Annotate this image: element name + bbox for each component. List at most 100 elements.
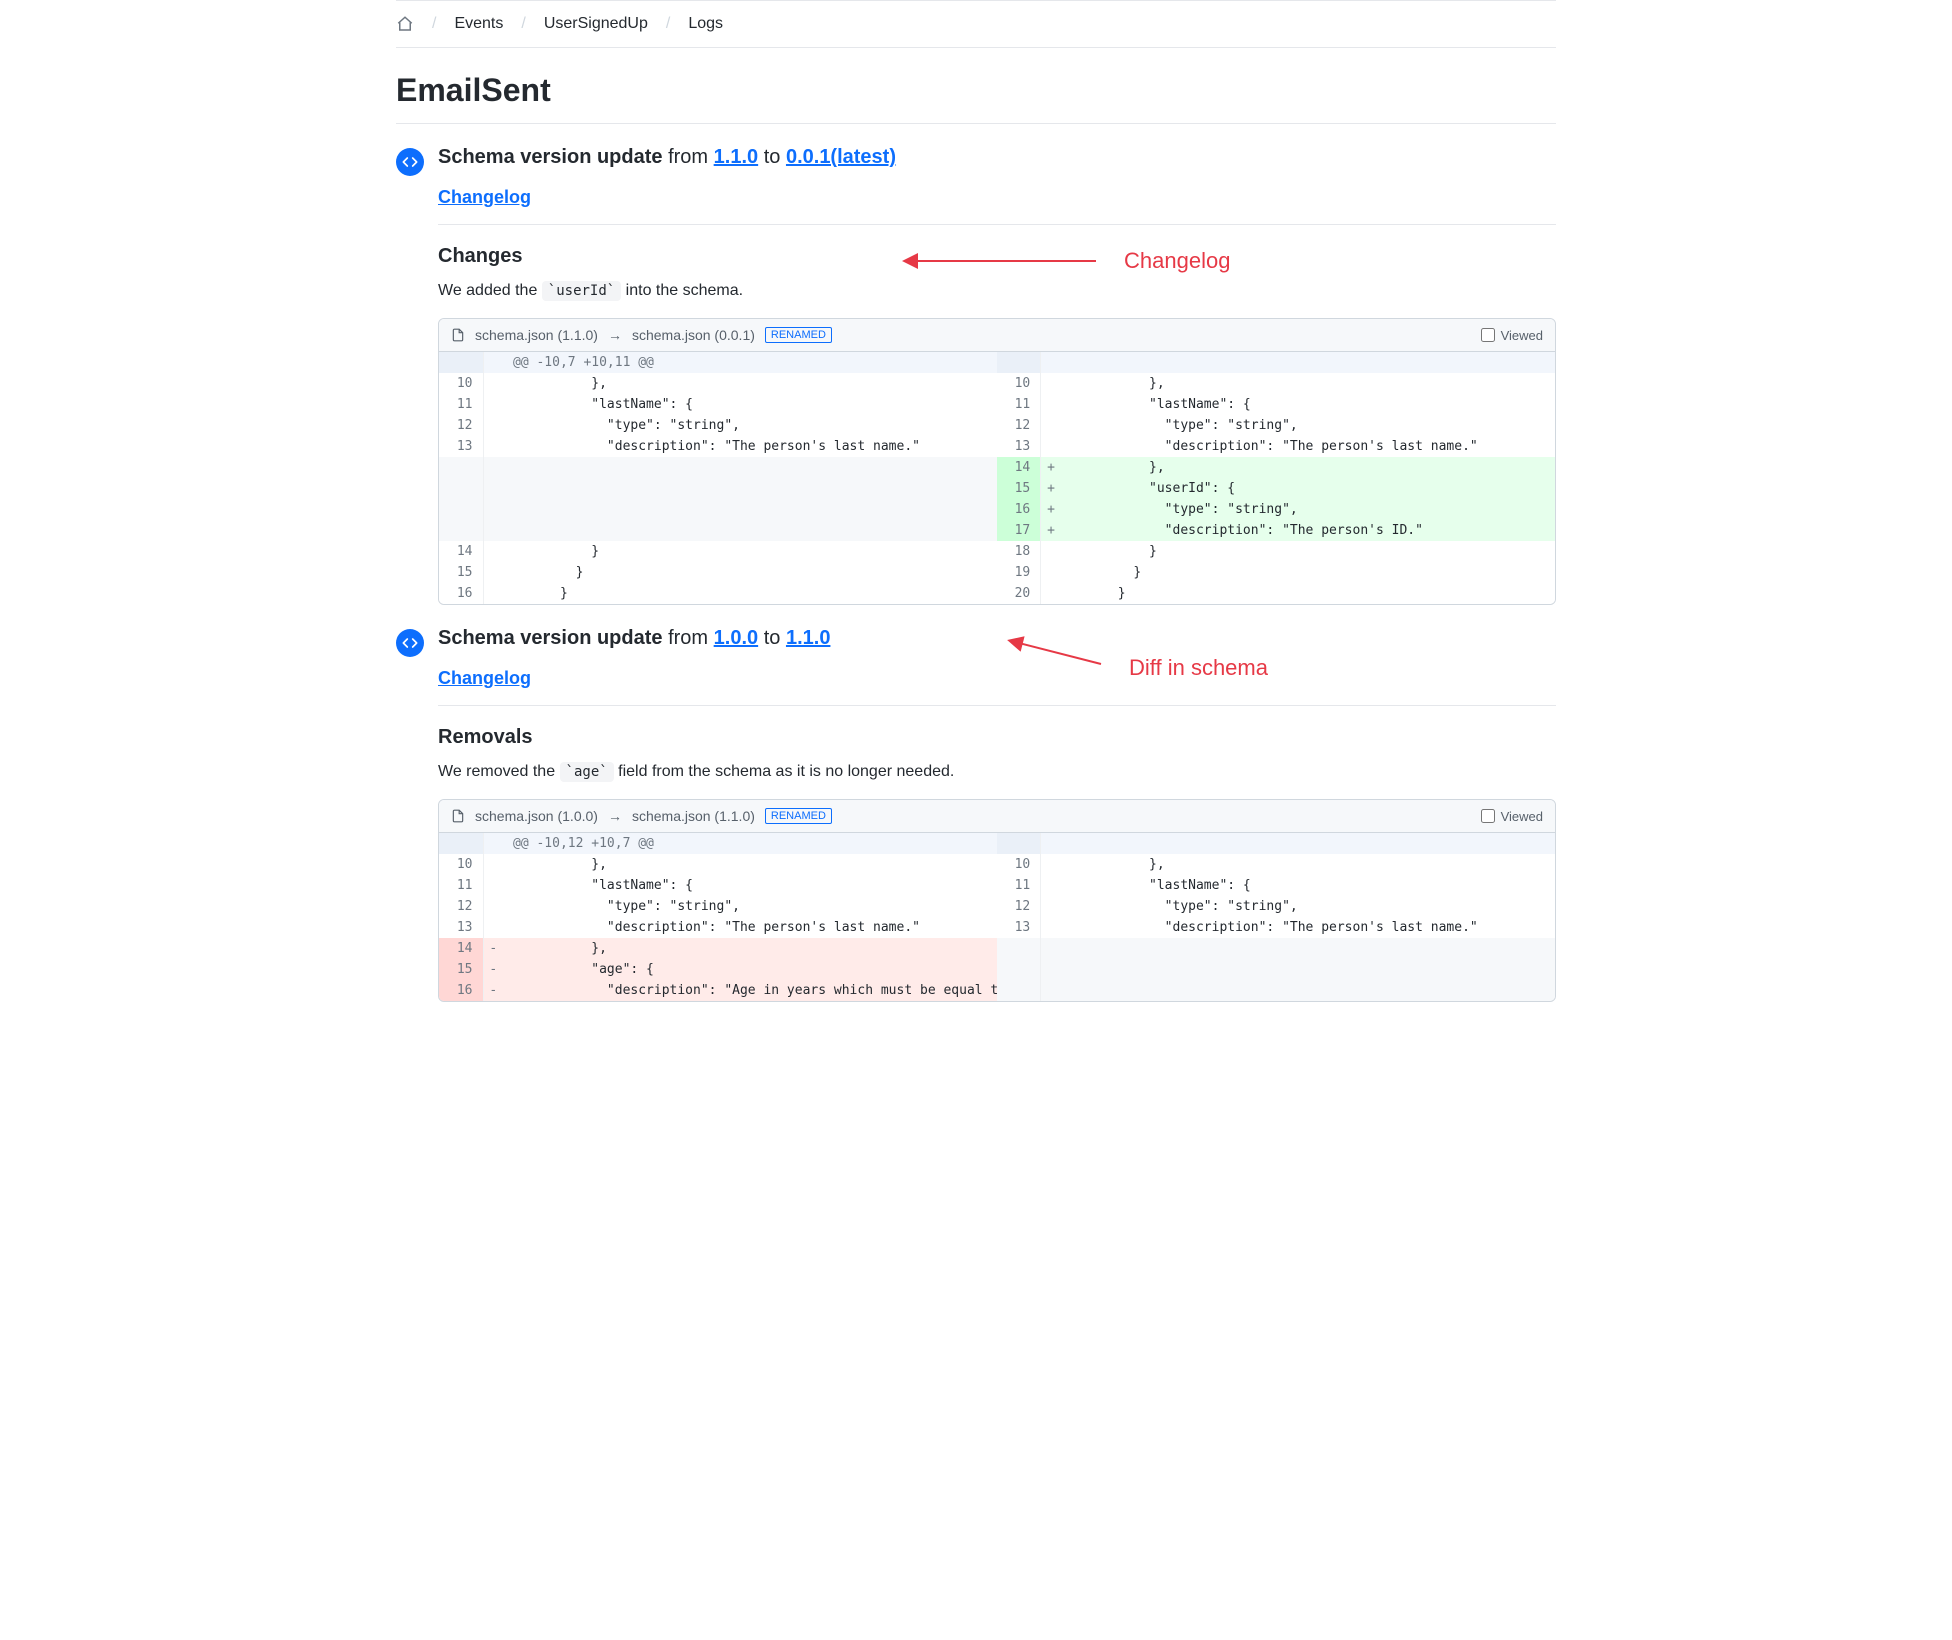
line-number-new: 15	[997, 478, 1041, 499]
diff-file-from: schema.json (1.0.0)	[475, 808, 598, 824]
line-number-new: 16	[997, 499, 1041, 520]
changes-heading: Changes	[438, 245, 1556, 268]
diff-row: 15+ "userId": {	[439, 478, 1555, 499]
breadcrumb-item[interactable]: Logs	[688, 15, 723, 33]
diff-row: 14+ },	[439, 457, 1555, 478]
diff-code: "lastName": {	[503, 394, 997, 415]
heading-to-word: to	[764, 627, 781, 649]
diff-row: 16- "description": "Age in years which m…	[439, 980, 1555, 1001]
changes-description: We removed the `age` field from the sche…	[438, 763, 1556, 781]
viewed-checkbox[interactable]	[1481, 809, 1495, 823]
page-title: EmailSent	[396, 48, 1556, 124]
diff-file-from: schema.json (1.1.0)	[475, 327, 598, 343]
version-from-link[interactable]: 1.1.0	[714, 146, 758, 168]
diff-code: "description": "The person's last name."	[1061, 436, 1555, 457]
diff-box: schema.json (1.0.0)→schema.json (1.1.0)R…	[438, 799, 1556, 1002]
diff-row: 15 }19 }	[439, 562, 1555, 583]
line-number-old: 12	[439, 415, 483, 436]
diff-code: "description": "Age in years which must …	[503, 980, 997, 1001]
home-icon[interactable]	[396, 15, 414, 33]
diff-row: 12 "type": "string",12 "type": "string",	[439, 896, 1555, 917]
diff-file-to: schema.json (0.0.1)	[632, 327, 755, 343]
diff-sign-add: +	[1041, 457, 1061, 478]
diff-hunk-row: @@ -10,7 +10,11 @@	[439, 352, 1555, 373]
line-number-new: 17	[997, 520, 1041, 541]
diff-sign-del: -	[483, 980, 503, 1001]
heading-from-word: from	[668, 627, 708, 649]
viewed-toggle[interactable]: Viewed	[1481, 809, 1543, 824]
diff-row: 10 },10 },	[439, 854, 1555, 875]
diff-row: 10 },10 },	[439, 373, 1555, 394]
breadcrumb: / Events / UserSignedUp / Logs	[396, 0, 1556, 48]
diff-hunk-row: @@ -10,12 +10,7 @@	[439, 833, 1555, 854]
diff-code: },	[503, 854, 997, 875]
version-to-link[interactable]: 0.0.1(latest)	[786, 146, 896, 168]
diff-code: }	[503, 562, 997, 583]
diff-code: "description": "The person's ID."	[1061, 520, 1555, 541]
version-from-link[interactable]: 1.0.0	[714, 627, 758, 649]
diff-code: "description": "The person's last name."	[503, 917, 997, 938]
viewed-checkbox[interactable]	[1481, 328, 1495, 342]
viewed-toggle[interactable]: Viewed	[1481, 328, 1543, 343]
diff-row: 12 "type": "string",12 "type": "string",	[439, 415, 1555, 436]
changelog-link[interactable]: Changelog	[438, 650, 1556, 706]
line-number-new: 19	[997, 562, 1041, 583]
changes-heading: Removals	[438, 726, 1556, 749]
version-to-link[interactable]: 1.1.0	[786, 627, 830, 649]
breadcrumb-item[interactable]: UserSignedUp	[544, 15, 648, 33]
breadcrumb-separator: /	[432, 15, 436, 33]
file-icon	[451, 809, 465, 823]
diff-code: }	[1061, 541, 1555, 562]
diff-table: @@ -10,12 +10,7 @@10 },10 },11 "lastName…	[439, 833, 1555, 1001]
diff-code: "age": {	[503, 959, 997, 980]
diff-code: }	[503, 583, 997, 604]
heading-from-word: from	[668, 146, 708, 168]
renamed-badge: RENAMED	[765, 327, 832, 343]
line-number-new: 18	[997, 541, 1041, 562]
diff-header: schema.json (1.0.0)→schema.json (1.1.0)R…	[439, 800, 1555, 833]
diff-row: 13 "description": "The person's last nam…	[439, 917, 1555, 938]
line-number-new: 11	[997, 875, 1041, 896]
file-icon	[451, 328, 465, 342]
line-number-new: 14	[997, 457, 1041, 478]
diff-code: },	[1061, 457, 1555, 478]
diff-row: 15- "age": {	[439, 959, 1555, 980]
diff-box: schema.json (1.1.0)→schema.json (0.0.1)R…	[438, 318, 1556, 605]
section-heading: Schema version update from 1.0.0 to 1.1.…	[438, 627, 1556, 650]
diff-row: 11 "lastName": {11 "lastName": {	[439, 394, 1555, 415]
diff-sign-del: -	[483, 938, 503, 959]
diff-code: }	[1061, 562, 1555, 583]
diff-row: 14- },	[439, 938, 1555, 959]
changes-description: We added the `userId` into the schema.	[438, 282, 1556, 300]
diff-row: 14 }18 }	[439, 541, 1555, 562]
line-number-new: 12	[997, 415, 1041, 436]
arrow-right-icon: →	[608, 808, 622, 824]
diff-hunk: @@ -10,7 +10,11 @@	[503, 352, 997, 373]
version-section: Schema version update from 1.1.0 to 0.0.…	[396, 146, 1556, 605]
diff-code: "type": "string",	[1061, 499, 1555, 520]
diff-code: "description": "The person's last name."	[1061, 917, 1555, 938]
diff-code: },	[1061, 373, 1555, 394]
line-number-old: 16	[439, 583, 483, 604]
diff-code: "type": "string",	[1061, 896, 1555, 917]
line-number-old: 15	[439, 562, 483, 583]
inline-code: `userId`	[542, 281, 621, 301]
breadcrumb-item[interactable]: Events	[454, 15, 503, 33]
diff-sign-add: +	[1041, 499, 1061, 520]
changelog-link[interactable]: Changelog	[438, 169, 1556, 225]
version-section: Schema version update from 1.0.0 to 1.1.…	[396, 627, 1556, 1002]
diff-sign-del: -	[483, 959, 503, 980]
diff-code: },	[1061, 854, 1555, 875]
diff-code: }	[1061, 583, 1555, 604]
line-number-new: 10	[997, 373, 1041, 394]
diff-code: },	[503, 938, 997, 959]
section-heading: Schema version update from 1.1.0 to 0.0.…	[438, 146, 1556, 169]
code-icon	[396, 629, 424, 657]
diff-code: "lastName": {	[503, 875, 997, 896]
diff-code: "type": "string",	[1061, 415, 1555, 436]
line-number-new: 10	[997, 854, 1041, 875]
diff-file-to: schema.json (1.1.0)	[632, 808, 755, 824]
diff-code: "lastName": {	[1061, 394, 1555, 415]
diff-row: 13 "description": "The person's last nam…	[439, 436, 1555, 457]
diff-code: }	[503, 541, 997, 562]
